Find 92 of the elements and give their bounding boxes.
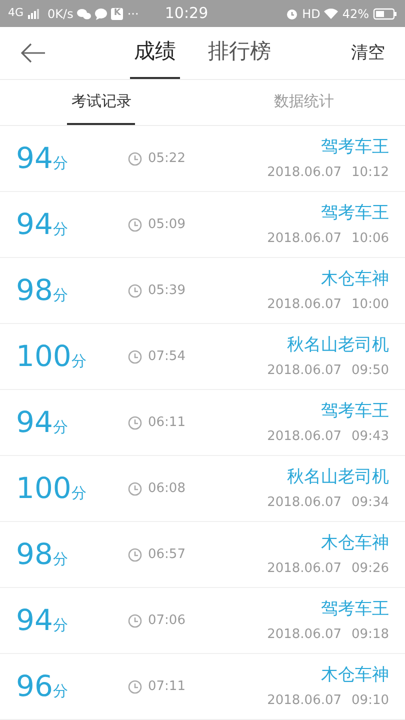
- speed-label: 0K/s: [48, 6, 74, 22]
- score-unit: 分: [71, 350, 86, 372]
- record-row[interactable]: 96分 07:11 木仓车神 2018.06.07 09:10: [0, 654, 405, 720]
- record-date: 2018.06.07: [267, 296, 342, 314]
- rank-title: 驾考车王: [321, 202, 389, 225]
- record-row[interactable]: 100分 06:08 秋名山老司机 2018.06.07 09:34: [0, 456, 405, 522]
- clock-icon: [128, 548, 142, 562]
- record-time: 10:12: [352, 164, 389, 182]
- record-time: 09:43: [352, 428, 389, 446]
- more-indicator: ···: [127, 6, 139, 22]
- record-time: 10:00: [352, 296, 389, 314]
- rank-title: 秋名山老司机: [287, 334, 389, 357]
- header-tab[interactable]: 成绩: [130, 27, 180, 79]
- score-value: 98: [16, 272, 53, 309]
- app-icon: K: [111, 8, 124, 20]
- record-time: 09:50: [352, 362, 389, 380]
- record-row[interactable]: 94分 07:06 驾考车王 2018.06.07 09:18: [0, 588, 405, 654]
- score-value: 94: [16, 206, 53, 243]
- record-date: 2018.06.07: [267, 560, 342, 578]
- record-time: 09:34: [352, 494, 389, 512]
- record-row[interactable]: 100分 07:54 秋名山老司机 2018.06.07 09:50: [0, 324, 405, 390]
- record-row[interactable]: 94分 05:09 驾考车王 2018.06.07 10:06: [0, 192, 405, 258]
- record-date: 2018.06.07: [267, 362, 342, 380]
- alarm-clock-icon: [286, 8, 298, 20]
- score-unit: 分: [52, 284, 68, 306]
- score-value: 94: [16, 140, 53, 177]
- score-unit: 分: [52, 548, 68, 570]
- duration-text: 06:08: [148, 480, 186, 498]
- duration-text: 05:22: [148, 150, 186, 168]
- speech-bubble-icon: [95, 8, 108, 20]
- record-date: 2018.06.07: [267, 692, 342, 710]
- score-unit: 分: [52, 152, 68, 174]
- score-value: 94: [16, 602, 53, 639]
- clock-icon: [128, 614, 142, 628]
- clock-icon: [128, 482, 142, 496]
- signal-icon: [28, 8, 40, 18]
- battery-percent: 42%: [342, 6, 370, 22]
- clock-icon: [128, 350, 142, 364]
- rank-title: 驾考车王: [321, 136, 389, 159]
- record-row[interactable]: 98分 06:57 木仓车神 2018.06.07 09:26: [0, 522, 405, 588]
- record-time: 10:06: [352, 230, 389, 248]
- record-date: 2018.06.07: [267, 164, 342, 182]
- back-button[interactable]: [20, 41, 48, 65]
- score-value: 100: [16, 338, 72, 375]
- clock-icon: [128, 416, 142, 430]
- clock-icon: [128, 680, 142, 694]
- record-date: 2018.06.07: [267, 428, 342, 446]
- record-date: 2018.06.07: [267, 626, 342, 644]
- rank-title: 驾考车王: [321, 400, 389, 423]
- record-date: 2018.06.07: [267, 494, 342, 512]
- score-value: 98: [16, 536, 53, 573]
- network-label: 4G: [8, 5, 24, 22]
- score-unit: 分: [52, 416, 68, 438]
- record-date: 2018.06.07: [267, 230, 342, 248]
- record-time: 09:10: [352, 692, 389, 710]
- record-row[interactable]: 98分 05:39 木仓车神 2018.06.07 10:00: [0, 258, 405, 324]
- duration-text: 06:11: [148, 414, 186, 432]
- score-unit: 分: [52, 680, 68, 702]
- rank-title: 木仓车神: [321, 532, 389, 555]
- sub-tab[interactable]: 考试记录: [67, 80, 136, 125]
- duration-text: 07:11: [148, 678, 186, 696]
- clear-button[interactable]: 清空: [351, 41, 385, 66]
- clock-icon: [128, 218, 142, 232]
- score-value: 96: [16, 668, 53, 705]
- clock-time: 10:29: [164, 3, 208, 24]
- duration-text: 06:57: [148, 546, 186, 564]
- duration-text: 05:09: [148, 216, 186, 234]
- score-value: 94: [16, 404, 53, 441]
- rank-title: 驾考车王: [321, 598, 389, 621]
- clock-icon: [128, 152, 142, 166]
- duration-text: 05:39: [148, 282, 186, 300]
- duration-text: 07:54: [148, 348, 186, 366]
- rank-title: 秋名山老司机: [287, 466, 389, 489]
- battery-icon: [373, 8, 398, 20]
- score-unit: 分: [52, 218, 68, 240]
- chat-bubbles-icon: [77, 8, 92, 20]
- score-unit: 分: [71, 482, 86, 504]
- duration-text: 07:06: [148, 612, 186, 630]
- record-time: 09:26: [352, 560, 389, 578]
- record-row[interactable]: 94分 06:11 驾考车王 2018.06.07 09:43: [0, 390, 405, 456]
- hd-label: HD: [302, 6, 320, 22]
- wifi-icon: [324, 8, 338, 19]
- record-row[interactable]: 94分 05:22 驾考车王 2018.06.07 10:12: [0, 126, 405, 192]
- back-arrow-icon: [20, 43, 46, 63]
- rank-title: 木仓车神: [321, 268, 389, 291]
- score-value: 100: [16, 470, 72, 507]
- score-unit: 分: [52, 614, 68, 636]
- record-time: 09:18: [352, 626, 389, 644]
- clock-icon: [128, 284, 142, 298]
- sub-tab[interactable]: 数据统计: [270, 80, 338, 125]
- header-tab[interactable]: 排行榜: [204, 27, 275, 79]
- rank-title: 木仓车神: [321, 664, 389, 687]
